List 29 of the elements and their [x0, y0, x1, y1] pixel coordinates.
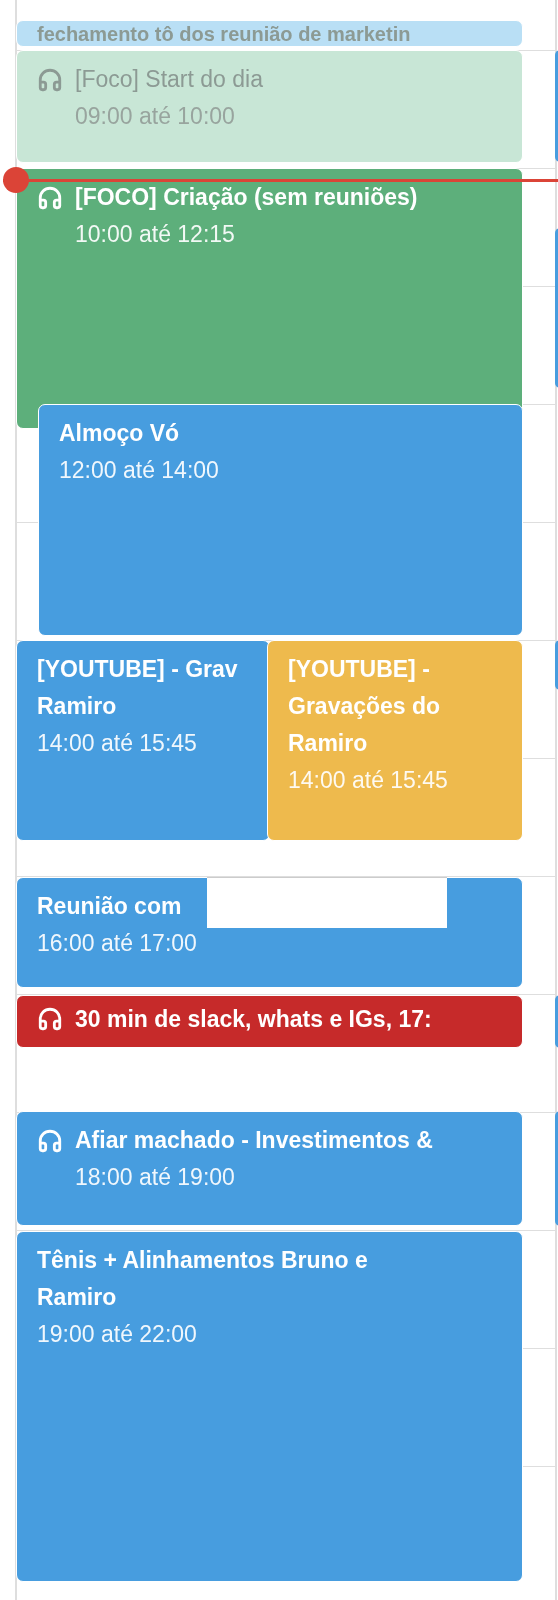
event-title: [FOCO] Criação (sem reuniões)	[75, 183, 418, 212]
headphones-icon	[37, 1128, 63, 1154]
event-title: Tênis + Alinhamentos Bruno e Ramiro	[37, 1246, 369, 1312]
event-card[interactable]: Afiar machado - Investimentos & 18:00 até 19:00	[16, 1111, 523, 1226]
event-time: 10:00 até 12:15	[75, 220, 235, 249]
event-card[interactable]: 30 min de slack, whats e IGs, 17:	[16, 995, 523, 1048]
event-card[interactable]: fechamento tô dos reunião de marketin	[16, 20, 523, 47]
event-time: 12:00 até 14:00	[59, 456, 219, 485]
event-time: 19:00 até 22:00	[37, 1320, 197, 1349]
event-card[interactable]: Tênis + Alinhamentos Bruno e Ramiro 19:00 até 22:00	[16, 1231, 523, 1582]
event-title: fechamento tô dos reunião de marketin	[37, 22, 412, 46]
headphones-icon	[37, 1006, 63, 1032]
event-time: 09:00 até 10:00	[75, 102, 235, 131]
event-card[interactable]: [YOUTUBE] - Grav Ramiro 14:00 até 15:45	[16, 640, 270, 841]
event-title: Reunião com	[37, 892, 182, 921]
event-title: [YOUTUBE] - Grav Ramiro	[37, 655, 238, 721]
event-card[interactable]: Almoço Vó 12:00 até 14:00	[38, 404, 523, 636]
event-time: 18:00 até 19:00	[75, 1163, 235, 1192]
event-title: 30 min de slack, whats e IGs, 17:	[75, 1005, 432, 1034]
event-title: [YOUTUBE] - Gravações do Ramiro	[288, 655, 442, 758]
event-title: [Foco] Start do dia	[75, 65, 263, 94]
event-card[interactable]: [Foco] Start do dia 09:00 até 10:00	[16, 50, 523, 163]
headphones-icon	[37, 185, 63, 211]
event-time: 16:00 até 17:00	[37, 929, 197, 958]
event-time: 14:00 até 15:45	[288, 766, 448, 795]
event-time: 14:00 até 15:45	[37, 729, 197, 758]
event-card[interactable]: [YOUTUBE] - Gravações do Ramiro 14:00 até 15:45	[267, 640, 523, 841]
event-title: Afiar machado - Investimentos &	[75, 1126, 433, 1155]
headphones-icon	[37, 67, 63, 93]
